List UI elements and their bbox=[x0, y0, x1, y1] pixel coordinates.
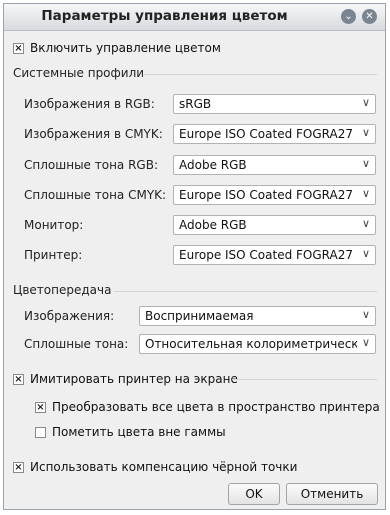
checkbox-box[interactable]: × bbox=[13, 373, 24, 385]
chevron-down-icon: ∨ bbox=[361, 126, 370, 139]
black-point-label: Использовать компенсацию чёрной точки bbox=[30, 460, 298, 474]
system-profiles-heading: Системные профили bbox=[13, 66, 145, 80]
select-value: Относительная колориметрическая bbox=[145, 337, 357, 351]
monitor-label: Монитор: bbox=[24, 218, 84, 232]
checkbox-box[interactable]: × bbox=[35, 401, 46, 413]
select-value: Europe ISO Coated FOGRA27 bbox=[179, 188, 353, 202]
rendering-heading: Цветопередача bbox=[13, 283, 112, 297]
window-title: Параметры управления цветом bbox=[41, 8, 288, 24]
divider bbox=[144, 74, 377, 75]
divider bbox=[232, 379, 377, 380]
checkbox-box[interactable] bbox=[35, 426, 46, 438]
rgb-images-select[interactable]: sRGB ∨ bbox=[173, 94, 376, 114]
cancel-button[interactable]: Отменить bbox=[286, 483, 378, 505]
mark-gamut-checkbox[interactable]: Пометить цвета вне гаммы bbox=[35, 425, 226, 439]
chevron-down-icon: ∨ bbox=[361, 336, 370, 349]
color-management-dialog: Параметры управления цветом ⌄ ✕ × Включи… bbox=[3, 3, 386, 510]
select-value: Воспринимаемая bbox=[145, 309, 254, 323]
select-value: Adobe RGB bbox=[179, 218, 247, 232]
monitor-select[interactable]: Adobe RGB ∨ bbox=[173, 215, 376, 235]
cmyk-images-label: Изображения в CMYK: bbox=[24, 127, 163, 141]
solid-intent-select[interactable]: Относительная колориметрическая ∨ bbox=[139, 334, 376, 354]
cmyk-images-select[interactable]: Europe ISO Coated FOGRA27 ∨ bbox=[173, 124, 376, 144]
chevron-down-icon: ∨ bbox=[361, 217, 370, 230]
images-intent-select[interactable]: Воспринимаемая ∨ bbox=[139, 306, 376, 326]
mark-gamut-label: Пометить цвета вне гаммы bbox=[52, 425, 226, 439]
chevron-down-icon: ∨ bbox=[361, 247, 370, 260]
convert-colors-label: Преобразовать все цвета в пространство п… bbox=[52, 400, 380, 414]
printer-label: Принтер: bbox=[24, 248, 83, 262]
solid-intent-label: Сплошные тона: bbox=[24, 337, 129, 351]
images-intent-label: Изображения: bbox=[24, 309, 115, 323]
solid-rgb-label: Сплошные тона RGB: bbox=[24, 158, 158, 172]
divider bbox=[114, 291, 377, 292]
select-value: Adobe RGB bbox=[179, 158, 247, 172]
simulate-printer-checkbox[interactable]: × Имитировать принтер на экране bbox=[13, 372, 238, 386]
title-bar: Параметры управления цветом ⌄ ✕ bbox=[4, 4, 385, 31]
black-point-checkbox[interactable]: × Использовать компенсацию чёрной точки bbox=[13, 460, 297, 474]
chevron-down-icon: ∨ bbox=[361, 157, 370, 170]
chevron-down-icon: ∨ bbox=[361, 96, 370, 109]
select-value: Europe ISO Coated FOGRA27 bbox=[179, 127, 353, 141]
enable-cm-label: Включить управление цветом bbox=[30, 41, 221, 55]
chevron-down-icon: ∨ bbox=[361, 187, 370, 200]
ok-button[interactable]: OK bbox=[228, 483, 280, 505]
convert-colors-checkbox[interactable]: × Преобразовать все цвета в пространство… bbox=[35, 400, 380, 414]
chevron-down-icon: ∨ bbox=[361, 308, 370, 321]
minimize-icon[interactable]: ⌄ bbox=[341, 9, 356, 24]
enable-cm-checkbox[interactable]: × Включить управление цветом bbox=[13, 41, 221, 55]
printer-select[interactable]: Europe ISO Coated FOGRA27 ∨ bbox=[173, 245, 376, 265]
select-value: Europe ISO Coated FOGRA27 bbox=[179, 248, 353, 262]
checkbox-box[interactable]: × bbox=[13, 461, 24, 473]
rgb-images-label: Изображения в RGB: bbox=[24, 97, 155, 111]
simulate-printer-label: Имитировать принтер на экране bbox=[30, 372, 238, 386]
checkbox-box[interactable]: × bbox=[13, 42, 24, 54]
close-icon[interactable]: ✕ bbox=[362, 9, 377, 24]
solid-cmyk-label: Сплошные тона CMYK: bbox=[24, 188, 167, 202]
solid-cmyk-select[interactable]: Europe ISO Coated FOGRA27 ∨ bbox=[173, 185, 376, 205]
select-value: sRGB bbox=[179, 97, 212, 111]
solid-rgb-select[interactable]: Adobe RGB ∨ bbox=[173, 155, 376, 175]
